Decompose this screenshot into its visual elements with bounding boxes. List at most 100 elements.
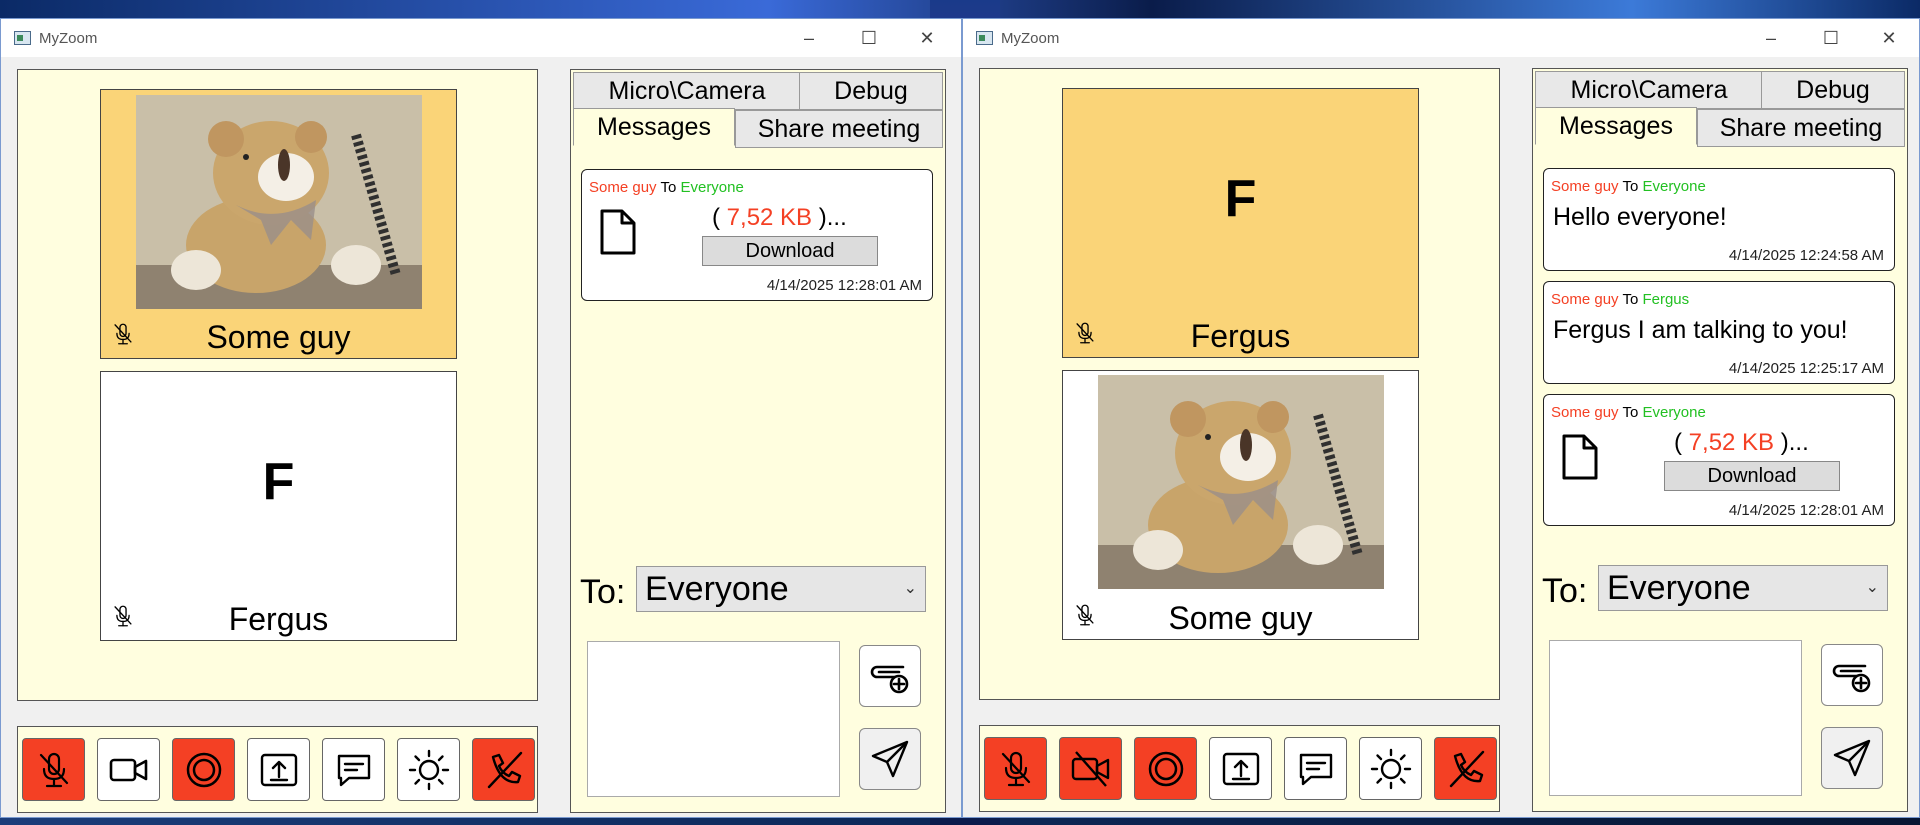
video-camera-icon [109,758,147,781]
participant-tile[interactable]: F Fergus [100,371,457,641]
chat-button[interactable] [1284,737,1347,800]
attach-file-icon [870,665,909,694]
record-icon [1148,751,1183,786]
minimize-button[interactable]: – [787,25,831,51]
share-screen-icon [260,753,297,786]
chat-icon [337,754,370,786]
chat-message: Some guy To Everyone ( 7,52 KB )... Down… [581,169,933,301]
share-screen-icon [1222,752,1259,785]
mic-off-icon [39,752,68,787]
sun-icon [1370,748,1411,789]
message-sender: Some guy [589,179,657,196]
message-sender: Some guy [1551,178,1619,195]
message-input[interactable] [587,641,840,797]
send-icon [1833,739,1871,777]
tab-share-meeting[interactable]: Share meeting [735,110,943,148]
file-icon [600,209,636,255]
file-icon [1562,434,1598,480]
participant-video [1098,375,1384,589]
meeting-controls [17,726,538,813]
mute-microphone-button[interactable] [984,737,1047,800]
message-header: Some guy To Everyone [1551,404,1706,421]
message-header: Some guy To Everyone [1551,178,1706,195]
record-icon [186,752,221,787]
hang-up-button[interactable] [472,738,535,801]
message-sender: Some guy [1551,404,1619,421]
participant-tile[interactable]: F Fergus [1062,88,1419,358]
recipient-select-value: Everyone [645,570,789,608]
tab-debug[interactable]: Debug [1761,71,1905,109]
mute-microphone-button[interactable] [22,738,85,801]
message-timestamp: 4/14/2025 12:28:01 AM [1728,502,1884,519]
minimize-button[interactable]: – [1749,25,1793,51]
brightness-button[interactable] [397,738,460,801]
recipient-select[interactable]: Everyone ⌄ [1598,565,1888,611]
tab-debug[interactable]: Debug [799,72,943,110]
message-timestamp: 4/14/2025 12:25:17 AM [1728,360,1884,377]
tab-share-meeting[interactable]: Share meeting [1697,109,1905,147]
title-bar[interactable]: MyZoom – ☐ ✕ [963,19,1919,57]
video-camera-off-icon [1071,750,1109,787]
meeting-controls [979,725,1500,812]
participants-panel: Some guy F Fergus [17,69,538,701]
tab-messages[interactable]: Messages [1535,107,1697,145]
message-to-word: To [1622,178,1639,195]
participant-tile[interactable]: Some guy [100,89,457,359]
hang-up-icon [487,751,522,788]
maximize-button[interactable]: ☐ [847,25,891,51]
send-button[interactable] [859,728,921,790]
mic-off-icon [1001,751,1030,786]
share-screen-button[interactable] [247,738,310,801]
message-recipient: Fergus [1642,291,1690,308]
message-text: Fergus I am talking to you! [1553,316,1848,344]
to-label: To: [580,573,626,611]
file-size: ( 7,52 KB )... [1674,429,1809,456]
recipient-select[interactable]: Everyone ⌄ [636,566,926,612]
title-bar[interactable]: MyZoom – ☐ ✕ [1,19,961,57]
message-to-word: To [1622,404,1639,421]
app-icon [976,31,993,45]
file-size: ( 7,52 KB )... [712,204,847,231]
camera-button[interactable] [1059,737,1122,800]
attach-file-icon [1832,664,1871,693]
record-button[interactable] [1134,737,1197,800]
close-button[interactable]: ✕ [1867,25,1911,51]
message-timestamp: 4/14/2025 12:28:01 AM [766,277,922,294]
message-input[interactable] [1549,640,1802,796]
send-button[interactable] [1821,727,1883,789]
maximize-button[interactable]: ☐ [1809,25,1853,51]
chat-panel: Micro\Camera Debug Messages Share meetin… [1532,68,1908,812]
close-button[interactable]: ✕ [905,25,949,51]
tab-messages[interactable]: Messages [573,108,735,146]
participant-initial: F [262,453,295,511]
window-title: MyZoom [1001,30,1060,47]
brightness-button[interactable] [1359,737,1422,800]
camera-button[interactable] [97,738,160,801]
record-button[interactable] [172,738,235,801]
tab-micro-camera[interactable]: Micro\Camera [1535,71,1763,109]
participant-name: Fergus [1190,318,1291,354]
message-to-word: To [1622,291,1639,308]
chat-button[interactable] [322,738,385,801]
chevron-down-icon: ⌄ [1865,579,1879,596]
share-screen-button[interactable] [1209,737,1272,800]
download-button[interactable]: Download [702,236,878,266]
message-to-word: To [660,179,677,196]
participant-name: Fergus [228,601,329,637]
attach-file-button[interactable] [1821,644,1883,706]
attach-file-button[interactable] [859,645,921,707]
participant-video [136,95,422,309]
participant-tile[interactable]: Some guy [1062,370,1419,640]
message-header: Some guy To Everyone [589,179,744,196]
message-sender: Some guy [1551,291,1619,308]
recipient-select-value: Everyone [1607,569,1751,607]
message-timestamp: 4/14/2025 12:24:58 AM [1728,247,1884,264]
hang-up-button[interactable] [1434,737,1497,800]
window-title: MyZoom [39,30,98,47]
download-button[interactable]: Download [1664,461,1840,491]
chevron-down-icon: ⌄ [903,580,917,597]
message-recipient: Everyone [1642,178,1706,195]
tab-micro-camera[interactable]: Micro\Camera [573,72,801,110]
to-label: To: [1542,572,1588,610]
chat-icon [1299,753,1332,785]
